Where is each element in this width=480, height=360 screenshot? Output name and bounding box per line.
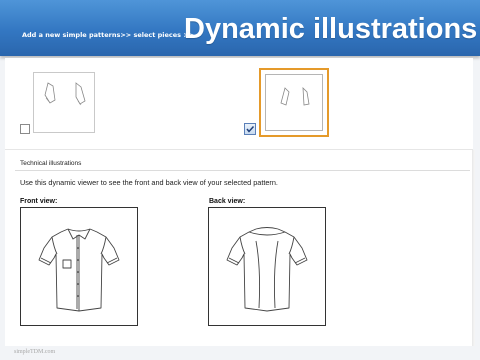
shirt-front-illustration: [38, 228, 120, 312]
header-banner: Add a new simple patterns>> select piece…: [0, 0, 480, 56]
panel-edge: [472, 150, 475, 346]
front-view-label: Front view:: [20, 198, 58, 205]
back-view-viewer: [208, 207, 326, 326]
piece-thumbnail-2-selected[interactable]: [259, 68, 329, 137]
technical-rule: [15, 170, 470, 171]
front-view-viewer: [20, 207, 138, 326]
piece-checkbox-2[interactable]: [244, 123, 256, 135]
piece-thumbnail-1[interactable]: [33, 72, 95, 133]
piece-thumbnail-2-inner: [265, 74, 323, 131]
shirt-back-illustration: [226, 227, 308, 312]
piece-checkbox-1[interactable]: [20, 124, 30, 134]
technical-illustrations-title: Technical illustrations: [20, 160, 82, 167]
page-title: Dynamic illustrations: [184, 13, 478, 45]
breadcrumb: Add a new simple patterns>> select piece…: [22, 31, 195, 39]
footer-watermark: simpleTDM.com: [14, 349, 56, 355]
back-view-label: Back view:: [209, 198, 246, 205]
checkmark-icon: [246, 125, 255, 133]
sleeve-pieces-icon: [280, 86, 310, 106]
viewer-description: Use this dynamic viewer to see the front…: [20, 178, 278, 187]
section-divider: [5, 149, 473, 150]
sleeve-pieces-icon: [44, 82, 86, 106]
